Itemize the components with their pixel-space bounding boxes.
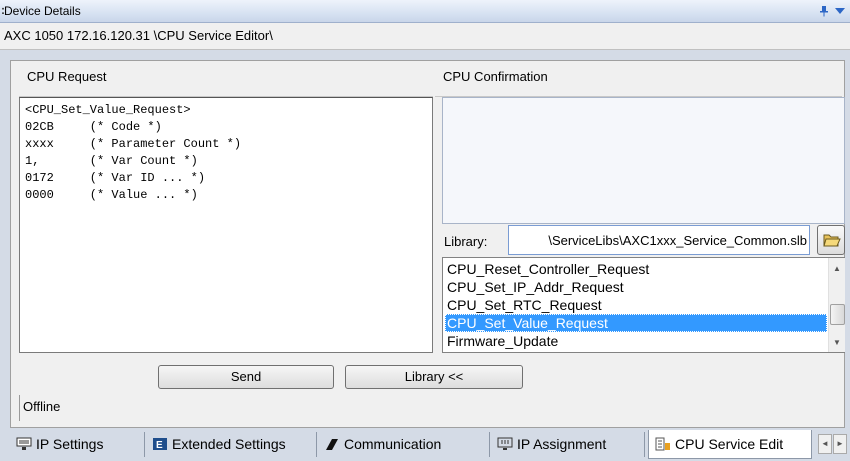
tab-label: CPU Service Edit [675,436,784,452]
library-path-input[interactable]: \ServiceLibs\AXC1xxx_Service_Common.slb [508,225,810,255]
tab-label: IP Assignment [517,436,607,452]
extended-icon: E [153,438,167,451]
plug-icon [326,439,338,450]
tab-scroll-left-icon[interactable]: ◄ [818,434,832,454]
request-line: 02CB (* Code *) [25,120,162,134]
request-line: 0172 (* Var ID ... *) [25,171,206,185]
device-path: AXC 1050 172.16.120.31 \CPU Service Edit… [4,28,273,43]
list-item-selected[interactable]: CPU_Set_Value_Request [445,314,827,332]
list-item[interactable]: CPU_Reset_Controller_Request [445,260,827,278]
library-service-list[interactable]: CPU_Reset_Controller_Request CPU_Set_IP_… [442,257,845,353]
tab-ip-settings[interactable]: IP Settings [10,432,145,457]
cpu-confirmation-header: CPU Confirmation [435,61,842,97]
tab-cpu-service-editor[interactable]: CPU Service Edit [648,430,812,459]
pin-icon[interactable] [818,5,830,17]
panel-title-bar: : Device Details [0,0,850,23]
list-item[interactable]: CPU_Set_RTC_Request [445,296,827,314]
tab-label: Communication [344,436,442,452]
tab-label: Extended Settings [172,436,286,452]
cpu-request-header: CPU Request [19,61,433,97]
monitor-icon [497,437,513,450]
cpu-request-editor[interactable]: <CPU_Set_Value_Request> 02CB (* Code *) … [19,97,433,353]
panel-title: Device Details [4,4,81,18]
path-bar: AXC 1050 172.16.120.31 \CPU Service Edit… [0,23,850,50]
request-line: xxxx (* Parameter Count *) [25,137,242,151]
list-item[interactable]: Firmware_Update [445,332,827,350]
tab-scroll-right-icon[interactable]: ► [833,434,847,454]
service-editor: CPU Request CPU Confirmation <CPU_Set_Va… [10,60,845,428]
scroll-up-icon[interactable]: ▲ [833,264,841,273]
list-item[interactable]: CPU_Set_IP_Addr_Request [445,278,827,296]
tab-label: IP Settings [36,436,104,452]
tab-ip-assignment[interactable]: IP Assignment [491,432,645,457]
status-text: Offline [19,395,842,421]
tab-extended-settings[interactable]: E Extended Settings [146,432,317,457]
browse-library-button[interactable] [817,225,845,255]
service-icon [655,437,670,451]
network-icon [16,437,32,450]
cpu-confirmation-output[interactable] [442,97,845,224]
tab-communication[interactable]: Communication [318,432,490,457]
request-line: <CPU_Set_Value_Request> [25,103,191,117]
tab-bar: IP Settings E Extended Settings Communic… [0,428,850,461]
request-line: 1, (* Var Count *) [25,154,198,168]
send-button[interactable]: Send [158,365,334,389]
request-line: 0000 (* Value ... *) [25,188,198,202]
svg-text:E: E [156,440,163,451]
scroll-down-icon[interactable]: ▼ [833,338,841,347]
library-label: Library: [444,234,488,249]
dropdown-arrow-icon[interactable] [834,5,846,17]
library-toggle-button[interactable]: Library << [345,365,523,389]
scroll-thumb[interactable] [830,304,845,325]
list-scrollbar[interactable]: ▲ ▼ [828,258,845,352]
folder-open-icon [823,234,841,247]
